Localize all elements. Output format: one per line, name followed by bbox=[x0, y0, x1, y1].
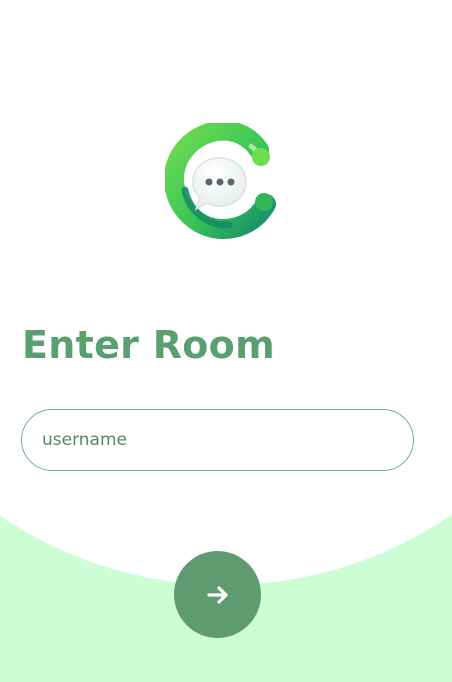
page-title: Enter Room bbox=[22, 323, 275, 367]
background-circle bbox=[0, 0, 452, 585]
username-input[interactable] bbox=[22, 410, 413, 470]
enter-room-button[interactable] bbox=[174, 551, 261, 638]
arrow-right-icon bbox=[206, 585, 228, 604]
username-field[interactable] bbox=[21, 409, 414, 471]
enter-room-screen: Enter Room bbox=[0, 0, 452, 682]
chat-logo bbox=[164, 120, 285, 243]
chat-bubble-logo-icon bbox=[164, 120, 276, 240]
